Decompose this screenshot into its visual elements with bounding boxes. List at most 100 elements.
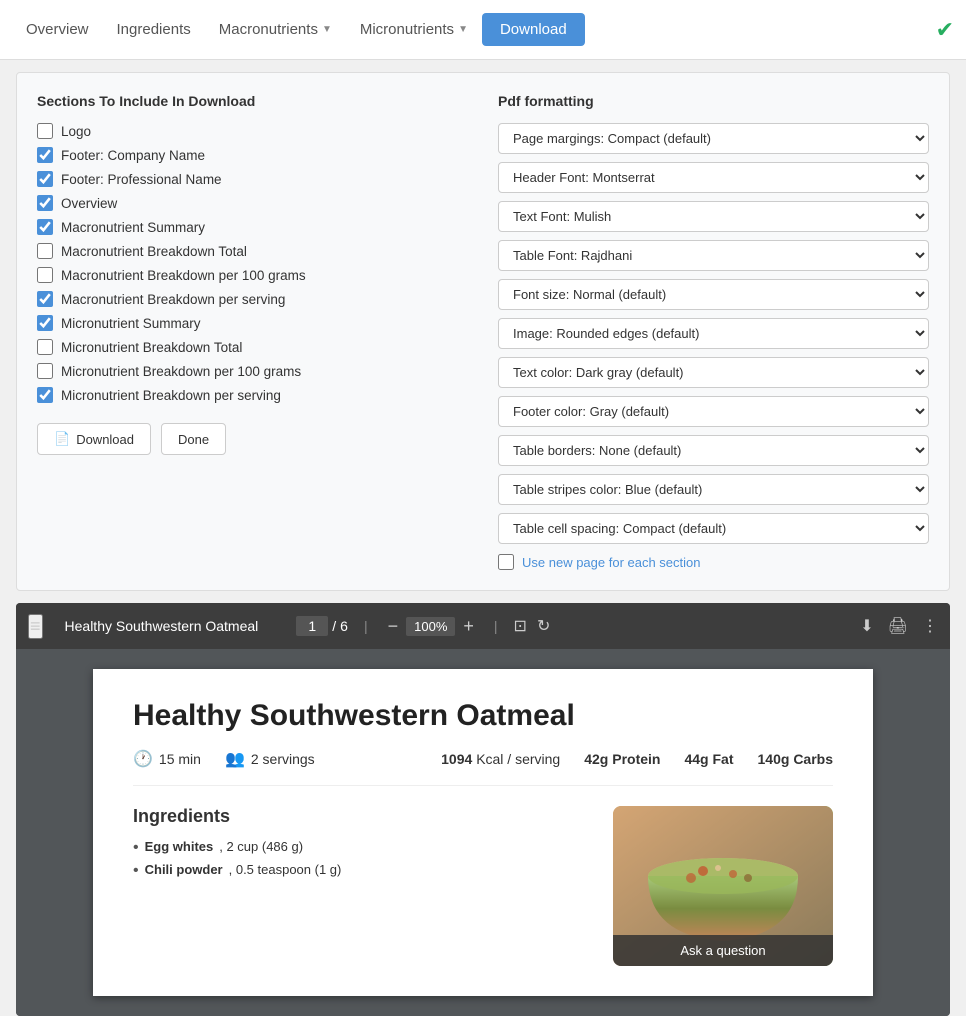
recipe-protein: 42g Protein: [584, 751, 660, 767]
sections-column: Sections To Include In Download Logo Foo…: [37, 93, 468, 570]
checkbox-micro-breakdown-100g[interactable]: Micronutrient Breakdown per 100 grams: [37, 363, 468, 379]
checkbox-macro-summary[interactable]: Macronutrient Summary: [37, 219, 468, 235]
meta-time: 🕐 15 min: [133, 749, 201, 769]
macronutrients-caret-icon: ▼: [322, 24, 332, 35]
download-panel: Sections To Include In Download Logo Foo…: [16, 72, 950, 591]
download-icon: 📄: [54, 431, 70, 447]
pdf-content: Healthy Southwestern Oatmeal 🕐 15 min 👥 …: [16, 649, 950, 1016]
pdf-print-button[interactable]: 🖨: [888, 616, 908, 636]
macro-info: 1094 Kcal / serving 42g Protein 44g Fat …: [441, 751, 833, 767]
recipe-body: Ingredients Egg whites, 2 cup (486 g) Ch…: [133, 806, 833, 966]
checkbox-overview-input[interactable]: [37, 195, 53, 211]
checkbox-micro-summary-input[interactable]: [37, 315, 53, 331]
pdf-zoom-controls: − 100% +: [384, 616, 478, 637]
table-stripes-select[interactable]: Table stripes color: Blue (default)Table…: [498, 474, 929, 505]
done-button[interactable]: Done: [161, 423, 226, 455]
download-button[interactable]: 📄 Download: [37, 423, 151, 455]
sections-title: Sections To Include In Download: [37, 93, 468, 109]
checkbox-list: Logo Footer: Company Name Footer: Profes…: [37, 123, 468, 403]
use-new-page-checkbox[interactable]: [498, 554, 514, 570]
pdf-download-button[interactable]: ⬇: [860, 616, 873, 636]
pdf-zoom-in-button[interactable]: +: [459, 616, 478, 637]
image-style-select[interactable]: Image: Rounded edges (default)Image: Sha…: [498, 318, 929, 349]
text-color-select[interactable]: Text color: Dark gray (default)Text colo…: [498, 357, 929, 388]
pdf-page-nav: 1 / 6: [296, 616, 348, 636]
header-font-select[interactable]: Header Font: MontserratHeader Font: Robo…: [498, 162, 929, 193]
success-check-icon: ✔: [936, 17, 954, 43]
checkbox-macro-breakdown-serving[interactable]: Macronutrient Breakdown per serving: [37, 291, 468, 307]
pdf-zoom-value: 100%: [406, 617, 455, 636]
checkbox-macro-breakdown-total[interactable]: Macronutrient Breakdown Total: [37, 243, 468, 259]
checkbox-micro-breakdown-serving[interactable]: Micronutrient Breakdown per serving: [37, 387, 468, 403]
checkbox-footer-professional-input[interactable]: [37, 171, 53, 187]
table-font-select[interactable]: Table Font: RajdhaniTable Font: RobotoTa…: [498, 240, 929, 271]
checkbox-macro-breakdown-serving-input[interactable]: [37, 291, 53, 307]
clock-icon: 🕐: [133, 749, 153, 769]
micronutrients-caret-icon: ▼: [458, 24, 468, 35]
checkbox-micro-breakdown-total-input[interactable]: [37, 339, 53, 355]
checkbox-footer-professional[interactable]: Footer: Professional Name: [37, 171, 468, 187]
table-borders-select[interactable]: Table borders: None (default)Table borde…: [498, 435, 929, 466]
recipe-meta: 🕐 15 min 👥 2 servings 1094 Kcal / servin…: [133, 749, 833, 786]
pdf-document-title: Healthy Southwestern Oatmeal: [65, 618, 259, 634]
nav-overview[interactable]: Overview: [12, 0, 103, 60]
checkbox-logo[interactable]: Logo: [37, 123, 468, 139]
pdf-separator-2: |: [494, 618, 498, 634]
nav-macronutrients[interactable]: Macronutrients ▼: [205, 0, 346, 60]
nav-download[interactable]: Download: [482, 13, 585, 46]
checkbox-macro-breakdown-total-input[interactable]: [37, 243, 53, 259]
font-size-select[interactable]: Font size: Normal (default)Font size: Sm…: [498, 279, 929, 310]
servings-icon: 👥: [225, 749, 245, 769]
checkbox-macro-breakdown-100g-input[interactable]: [37, 267, 53, 283]
pdf-fit-page-button[interactable]: ⊡: [514, 616, 527, 636]
use-new-page-label[interactable]: Use new page for each section: [498, 554, 929, 570]
recipe-time: 15 min: [159, 751, 201, 767]
pdf-current-page-input[interactable]: 1: [296, 616, 328, 636]
nav-ingredients[interactable]: Ingredients: [103, 0, 205, 60]
checkbox-micro-breakdown-100g-input[interactable]: [37, 363, 53, 379]
footer-color-select[interactable]: Footer color: Gray (default)Footer color…: [498, 396, 929, 427]
pdf-more-button[interactable]: ⋮: [922, 616, 938, 636]
checkbox-micro-breakdown-serving-input[interactable]: [37, 387, 53, 403]
pdf-separator-1: |: [364, 618, 368, 634]
page-margins-select[interactable]: Page margings: Compact (default)Page mar…: [498, 123, 929, 154]
checkbox-macro-breakdown-100g[interactable]: Macronutrient Breakdown per 100 grams: [37, 267, 468, 283]
pdf-formatting-title: Pdf formatting: [498, 93, 929, 109]
recipe-kcal: 1094 Kcal / serving: [441, 751, 560, 767]
ingredient-list: Egg whites, 2 cup (486 g) Chili powder, …: [133, 839, 593, 879]
cell-spacing-select[interactable]: Table cell spacing: Compact (default)Tab…: [498, 513, 929, 544]
ingredient-chili-powder: Chili powder, 0.5 teaspoon (1 g): [133, 862, 593, 879]
checkbox-logo-input[interactable]: [37, 123, 53, 139]
top-nav: Overview Ingredients Macronutrients ▼ Mi…: [0, 0, 966, 60]
checkbox-macro-summary-input[interactable]: [37, 219, 53, 235]
pdf-page: Healthy Southwestern Oatmeal 🕐 15 min 👥 …: [93, 669, 873, 996]
pdf-viewer: ≡ Healthy Southwestern Oatmeal 1 / 6 | −…: [16, 603, 950, 1016]
nav-micronutrients-inner: Micronutrients ▼: [360, 21, 468, 38]
checkbox-footer-company-input[interactable]: [37, 147, 53, 163]
recipe-title: Healthy Southwestern Oatmeal: [133, 699, 833, 733]
pdf-page-separator: /: [332, 618, 336, 634]
ingredients-title: Ingredients: [133, 806, 593, 827]
ingredient-egg-whites: Egg whites, 2 cup (486 g): [133, 839, 593, 856]
pdf-selects: Page margings: Compact (default)Page mar…: [498, 123, 929, 544]
checkbox-micro-breakdown-total[interactable]: Micronutrient Breakdown Total: [37, 339, 468, 355]
pdf-menu-button[interactable]: ≡: [28, 614, 43, 639]
nav-macronutrients-inner: Macronutrients ▼: [219, 21, 332, 38]
ingredients-section: Ingredients Egg whites, 2 cup (486 g) Ch…: [133, 806, 593, 966]
checkbox-footer-company[interactable]: Footer: Company Name: [37, 147, 468, 163]
text-font-select[interactable]: Text Font: MulishText Font: RobotoText F…: [498, 201, 929, 232]
nav-micronutrients[interactable]: Micronutrients ▼: [346, 0, 482, 60]
recipe-image: Ask a question: [613, 806, 833, 966]
recipe-carbs: 140g Carbs: [758, 751, 834, 767]
pdf-toolbar: ≡ Healthy Southwestern Oatmeal 1 / 6 | −…: [16, 603, 950, 649]
checkbox-micro-summary[interactable]: Micronutrient Summary: [37, 315, 468, 331]
pdf-rotate-button[interactable]: ↻: [537, 616, 550, 636]
checkbox-overview[interactable]: Overview: [37, 195, 468, 211]
ask-question-button[interactable]: Ask a question: [613, 935, 833, 966]
pdf-total-pages: 6: [340, 618, 348, 634]
recipe-servings: 2 servings: [251, 751, 315, 767]
pdf-formatting-column: Pdf formatting Page margings: Compact (d…: [498, 93, 929, 570]
pdf-zoom-out-button[interactable]: −: [384, 616, 403, 637]
recipe-fat: 44g Fat: [684, 751, 733, 767]
action-buttons: 📄 Download Done: [37, 423, 468, 455]
